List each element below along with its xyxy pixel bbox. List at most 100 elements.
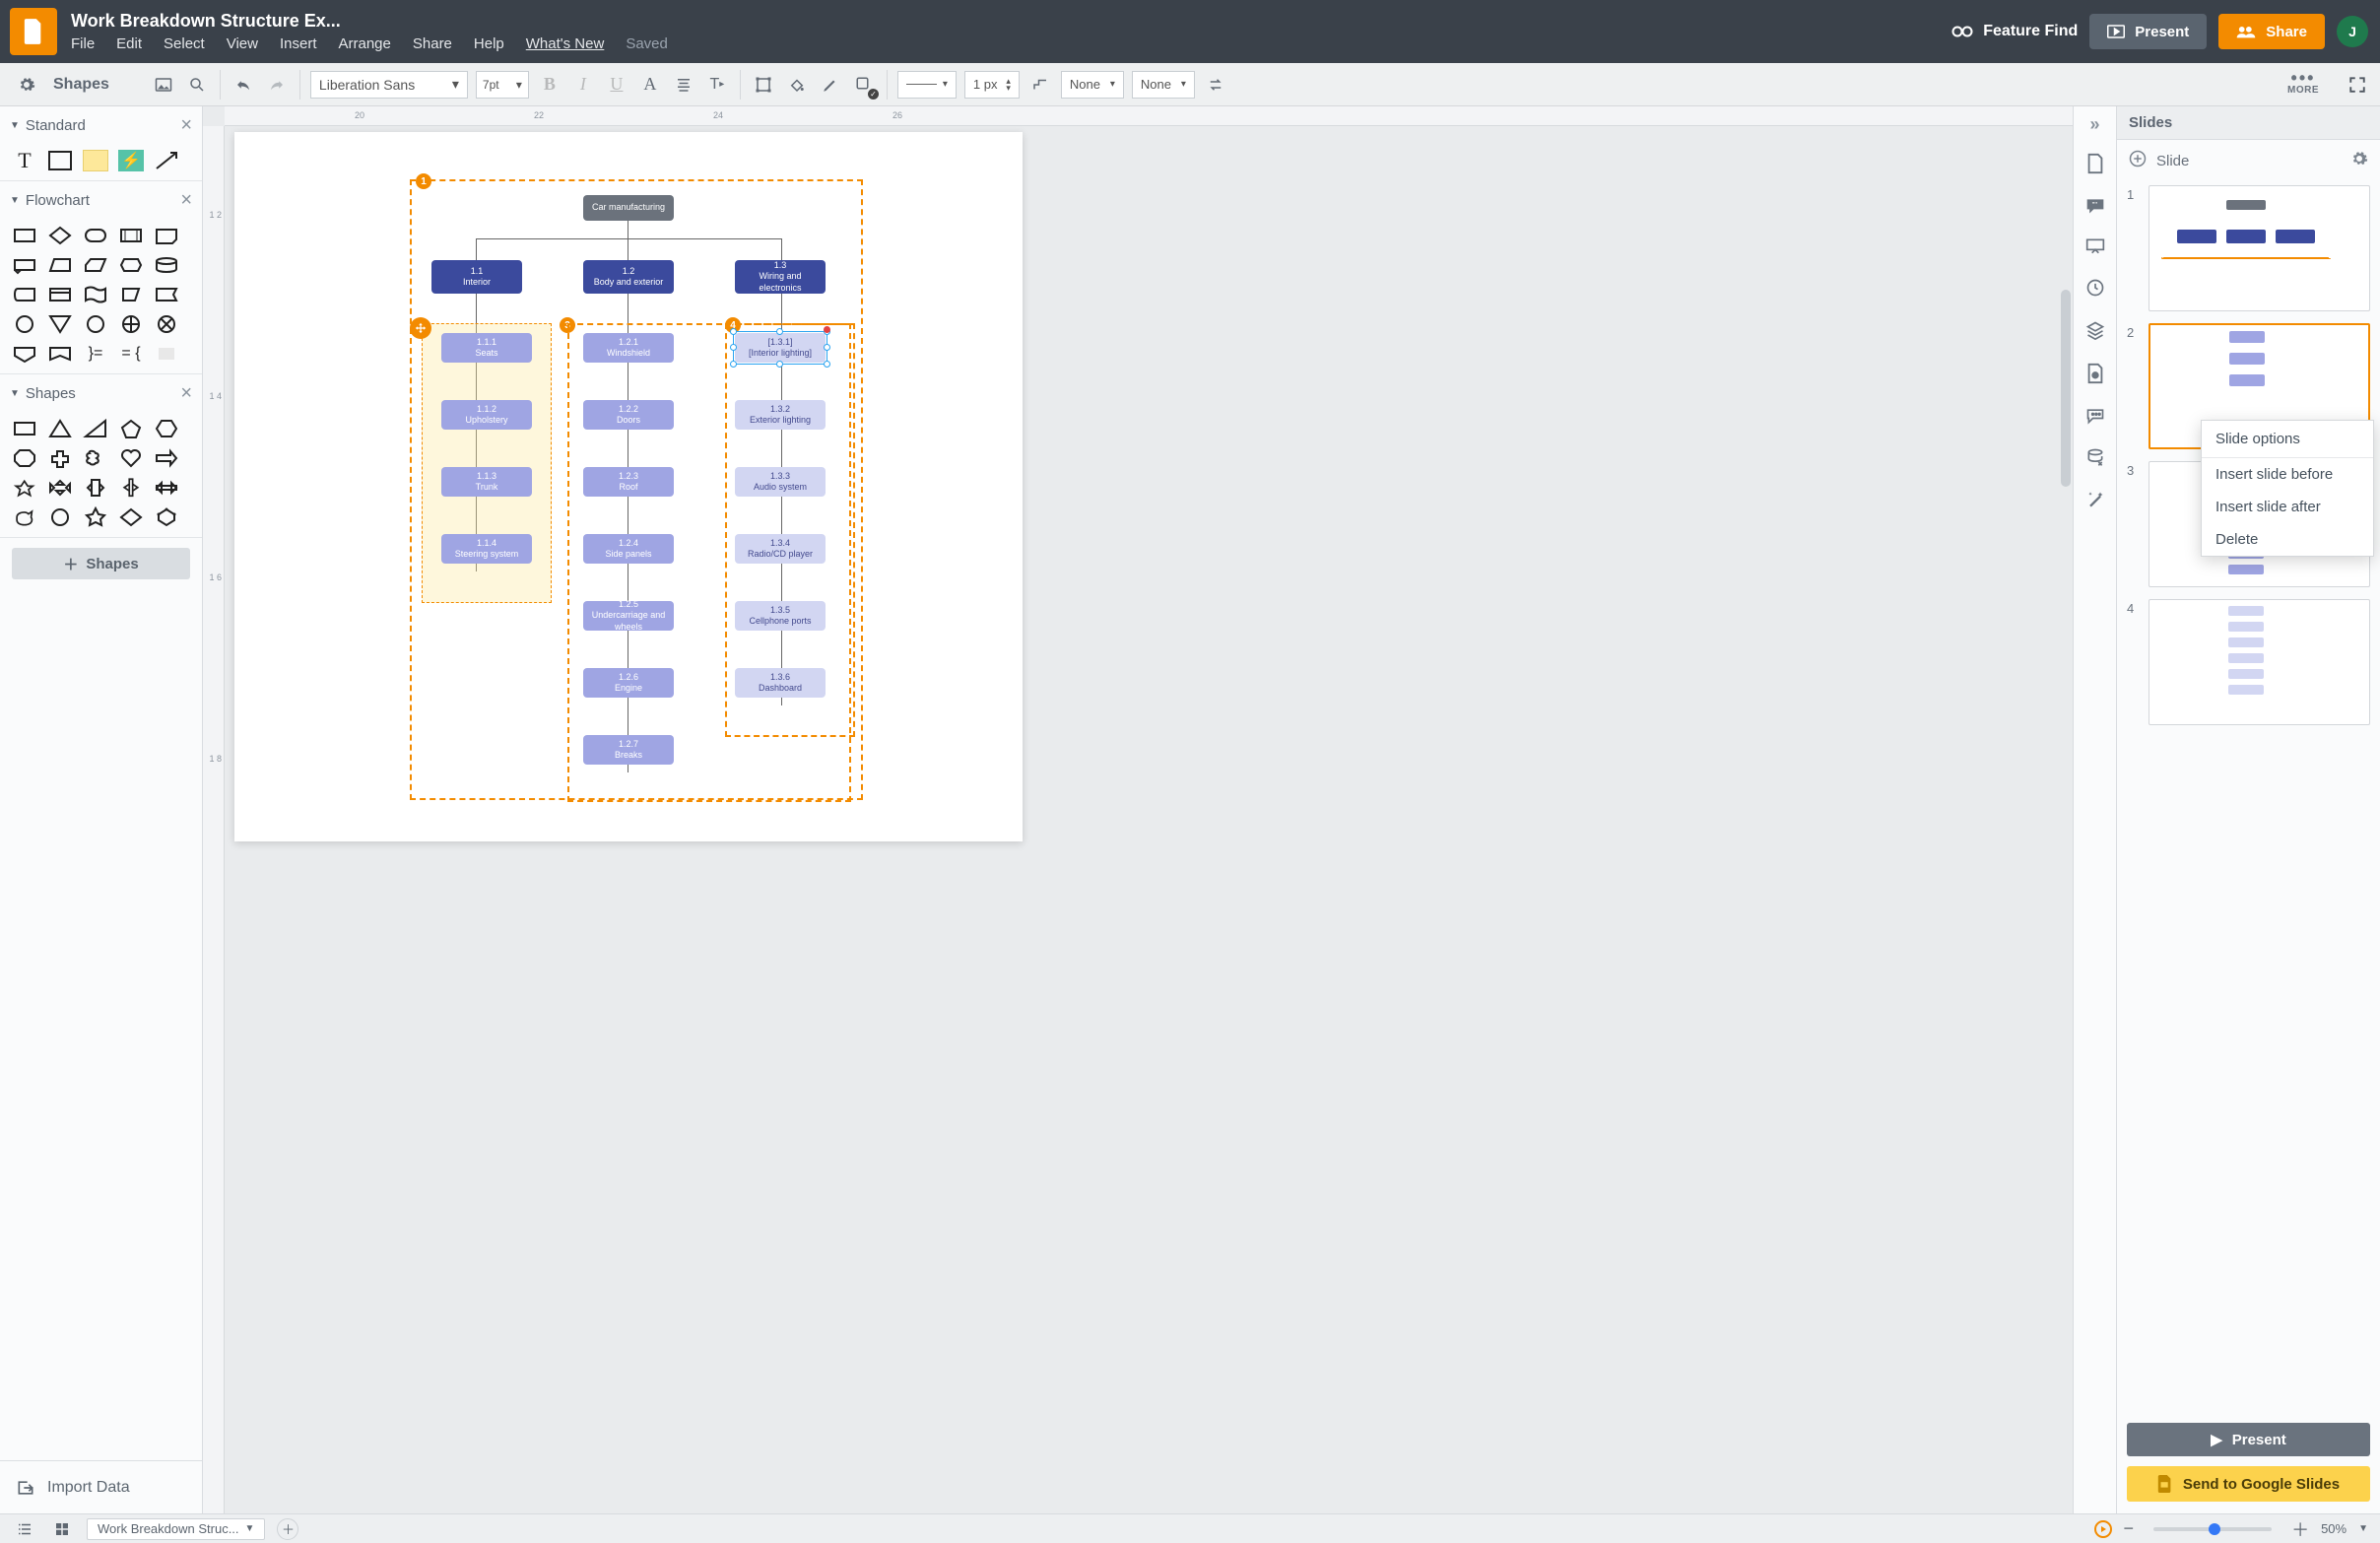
- menu-help[interactable]: Help: [474, 35, 504, 52]
- wbs-node[interactable]: 1.2.2Doors: [583, 400, 674, 430]
- slides-list[interactable]: 1 2 3: [2117, 181, 2380, 1415]
- close-icon[interactable]: ×: [180, 189, 192, 212]
- font-family-select[interactable]: Liberation Sans▾: [310, 71, 468, 99]
- menu-view[interactable]: View: [227, 35, 258, 52]
- page-icon[interactable]: [2085, 153, 2105, 179]
- basic-shape[interactable]: [150, 474, 183, 502]
- grid-view-icon[interactable]: [49, 1516, 75, 1542]
- slide-thumb[interactable]: [2149, 599, 2370, 725]
- wbs-node[interactable]: 1.3Wiring and electronics: [735, 260, 826, 294]
- flowchart-shape[interactable]: [8, 251, 41, 279]
- wbs-node[interactable]: 1.3.6Dashboard: [735, 668, 826, 698]
- basic-shape[interactable]: [114, 444, 148, 472]
- wbs-node[interactable]: 1.1.1Seats: [441, 333, 532, 363]
- undo-icon[interactable]: [231, 72, 256, 98]
- history-icon[interactable]: [2085, 278, 2105, 302]
- basic-shape[interactable]: [150, 415, 183, 442]
- redo-icon[interactable]: [264, 72, 290, 98]
- data-link-icon[interactable]: [2085, 447, 2105, 472]
- line-start-select[interactable]: None▾: [1061, 71, 1124, 99]
- basic-shape[interactable]: [43, 415, 77, 442]
- present-button[interactable]: Present: [2089, 14, 2207, 49]
- flowchart-shape[interactable]: [150, 281, 183, 308]
- wbs-node[interactable]: 1.2.6Engine: [583, 668, 674, 698]
- bold-icon[interactable]: B: [537, 72, 562, 98]
- basic-shape[interactable]: [150, 444, 183, 472]
- add-slide[interactable]: Slide: [2117, 140, 2380, 181]
- align-icon[interactable]: [671, 72, 696, 98]
- section-shapes[interactable]: ▼Shapes×: [0, 374, 202, 413]
- text-color-icon[interactable]: A: [637, 72, 663, 98]
- toolbar-shapes-label[interactable]: Shapes: [53, 76, 109, 94]
- line-end-select[interactable]: None▾: [1132, 71, 1195, 99]
- basic-shape[interactable]: [114, 474, 148, 502]
- layers-icon[interactable]: [2085, 320, 2105, 345]
- flowchart-shape[interactable]: [114, 222, 148, 249]
- page-tab[interactable]: Work Breakdown Struc...▼: [87, 1518, 265, 1540]
- basic-shape[interactable]: [43, 474, 77, 502]
- flowchart-shape[interactable]: [43, 340, 77, 368]
- flowchart-shape[interactable]: }=: [79, 340, 112, 368]
- context-menu-item[interactable]: Delete: [2202, 523, 2373, 556]
- zoom-value[interactable]: 50%: [2321, 1521, 2347, 1536]
- record-icon[interactable]: [2094, 1520, 2112, 1538]
- flowchart-shape[interactable]: [114, 281, 148, 308]
- magic-icon[interactable]: [2085, 490, 2105, 514]
- gear-icon[interactable]: [2350, 150, 2368, 171]
- menu-edit[interactable]: Edit: [116, 35, 142, 52]
- basic-shape[interactable]: [79, 415, 112, 442]
- wbs-node[interactable]: 1.2.3Roof: [583, 467, 674, 497]
- wbs-node[interactable]: 1.1.4Steering system: [441, 534, 532, 564]
- flowchart-shape[interactable]: [43, 310, 77, 338]
- slide-thumb[interactable]: [2149, 185, 2370, 311]
- zoom-in-icon[interactable]: ＋: [2291, 1516, 2309, 1542]
- slide-item[interactable]: 4: [2127, 599, 2370, 725]
- flowchart-shape[interactable]: [79, 310, 112, 338]
- swap-ends-icon[interactable]: [1203, 72, 1228, 98]
- flowchart-shape[interactable]: [8, 310, 41, 338]
- basic-shape[interactable]: [79, 474, 112, 502]
- flowchart-shape[interactable]: [8, 340, 41, 368]
- shape-selection[interactable]: [733, 331, 827, 365]
- text-size-icon[interactable]: T▸: [704, 72, 730, 98]
- flowchart-shape[interactable]: [43, 281, 77, 308]
- sticky-shape[interactable]: [79, 147, 112, 174]
- add-shapes-button[interactable]: ＋Shapes: [12, 548, 190, 579]
- section-standard[interactable]: ▼Standard×: [0, 106, 202, 145]
- basic-shape[interactable]: [43, 444, 77, 472]
- basic-shape[interactable]: [150, 503, 183, 531]
- page[interactable]: 1 Car manufacturing 1.1Interior 1.2Body …: [234, 132, 1023, 841]
- flowchart-shape[interactable]: [43, 251, 77, 279]
- flowchart-shape[interactable]: [150, 310, 183, 338]
- underline-icon[interactable]: U: [604, 72, 629, 98]
- rect-shape[interactable]: [43, 147, 77, 174]
- section-flowchart[interactable]: ▼Flowchart×: [0, 181, 202, 220]
- share-button[interactable]: Share: [2218, 14, 2325, 49]
- more-button[interactable]: ••• MORE: [2287, 74, 2319, 96]
- flowchart-shape[interactable]: [150, 340, 183, 368]
- flowchart-shape[interactable]: [8, 222, 41, 249]
- wbs-node[interactable]: 1.3.4Radio/CD player: [735, 534, 826, 564]
- expand-rail-icon[interactable]: »: [2089, 114, 2099, 135]
- chevron-down-icon[interactable]: ▼: [2358, 1523, 2368, 1534]
- send-to-gslides-button[interactable]: Send to Google Slides: [2127, 1466, 2370, 1502]
- flowchart-shape[interactable]: [79, 281, 112, 308]
- shape-options-icon[interactable]: ✓: [851, 72, 877, 98]
- expand-handle[interactable]: [410, 317, 431, 339]
- wbs-node[interactable]: 1.3.2Exterior lighting: [735, 400, 826, 430]
- menu-share[interactable]: Share: [413, 35, 452, 52]
- menu-file[interactable]: File: [71, 35, 95, 52]
- flowchart-shape[interactable]: [79, 251, 112, 279]
- search-icon[interactable]: [184, 72, 210, 98]
- list-view-icon[interactable]: [12, 1516, 37, 1542]
- line-style-select[interactable]: ▾: [897, 71, 957, 99]
- bolt-shape[interactable]: ⚡: [114, 147, 148, 174]
- pencil-icon[interactable]: [818, 72, 843, 98]
- zoom-slider[interactable]: [2153, 1527, 2272, 1531]
- comment-icon[interactable]: "": [2085, 197, 2105, 220]
- flowchart-shape[interactable]: [114, 251, 148, 279]
- menu-whatsnew[interactable]: What's New: [526, 35, 605, 52]
- font-size-select[interactable]: 7pt▾: [476, 71, 529, 99]
- basic-shape[interactable]: [8, 444, 41, 472]
- basic-shape[interactable]: [8, 415, 41, 442]
